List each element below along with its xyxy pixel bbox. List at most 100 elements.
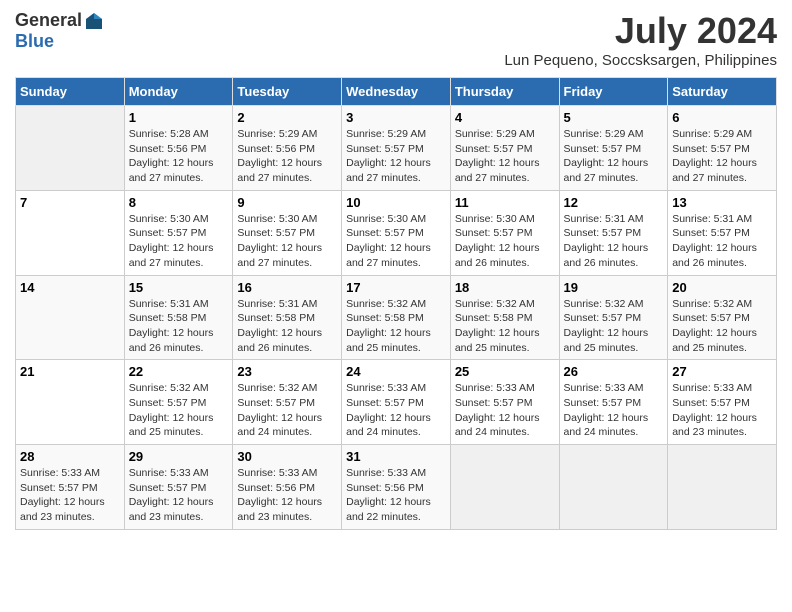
calendar-cell: 9Sunrise: 5:30 AM Sunset: 5:57 PM Daylig… — [233, 190, 342, 275]
day-info: Sunrise: 5:29 AM Sunset: 5:57 PM Dayligh… — [672, 127, 772, 186]
calendar-cell: 26 Sunrise: 5:33 AM Sunset: 5:57 PM Dayli… — [559, 360, 668, 445]
day-of-week-header: Tuesday — [233, 78, 342, 106]
header: General Blue July 2024 Lun Pequeno, Socc… — [15, 10, 777, 69]
calendar-week-row: 78 Sunrise: 5:30 AM Sunset: 5:57 PM Dayli… — [16, 190, 777, 275]
calendar-cell: 21 — [16, 360, 125, 445]
day-info: Sunrise: 5:29 AM Sunset: 5:57 PM Dayligh… — [564, 127, 664, 186]
day-number: 4 — [455, 110, 555, 125]
calendar-header-row: SundayMondayTuesdayWednesdayThursdayFrid… — [16, 78, 777, 106]
day-info: Sunrise: 5:28 AM Sunset: 5:56 PM Dayligh… — [129, 127, 229, 186]
day-number: 16 — [237, 280, 337, 295]
calendar-cell: 12 Sunrise: 5:31 AM Sunset: 5:57 PM Dayli… — [559, 190, 668, 275]
day-of-week-header: Saturday — [668, 78, 777, 106]
day-number: 19 — [564, 280, 664, 295]
calendar-cell: 29 Sunrise: 5:33 AM Sunset: 5:57 PM Dayli… — [124, 445, 233, 530]
day-number: 28 — [20, 449, 120, 464]
day-number: 25 — [455, 364, 555, 379]
calendar-cell: 20Sunrise: 5:32 AM Sunset: 5:57 PM Dayli… — [668, 275, 777, 360]
day-number: 21 — [20, 364, 120, 379]
logo-blue-text: Blue — [15, 31, 54, 52]
day-info: Sunrise: 5:31 AM Sunset: 5:57 PM Dayligh… — [564, 212, 664, 271]
day-number: 11 — [455, 195, 555, 210]
day-info: Sunrise: 5:33 AM Sunset: 5:57 PM Dayligh… — [672, 381, 772, 440]
calendar-cell: 14 — [16, 275, 125, 360]
day-number: 26 — [564, 364, 664, 379]
title-section: July 2024 Lun Pequeno, Soccsksargen, Phi… — [504, 10, 777, 69]
day-number: 17 — [346, 280, 446, 295]
calendar-cell: 10Sunrise: 5:30 AM Sunset: 5:57 PM Dayli… — [342, 190, 451, 275]
day-info: Sunrise: 5:33 AM Sunset: 5:57 PM Dayligh… — [346, 381, 446, 440]
calendar-cell — [16, 106, 125, 191]
logo-icon — [84, 11, 104, 31]
day-number: 8 — [129, 195, 229, 210]
calendar-cell: 27 Sunrise: 5:33 AM Sunset: 5:57 PM Dayli… — [668, 360, 777, 445]
day-of-week-header: Wednesday — [342, 78, 451, 106]
day-info: Sunrise: 5:33 AM Sunset: 5:57 PM Dayligh… — [455, 381, 555, 440]
day-info: Sunrise: 5:32 AM Sunset: 5:57 PM Dayligh… — [672, 297, 772, 356]
calendar-cell: 18 Sunrise: 5:32 AM Sunset: 5:58 PM Dayli… — [450, 275, 559, 360]
day-number: 7 — [20, 195, 120, 210]
calendar-cell: 25 Sunrise: 5:33 AM Sunset: 5:57 PM Dayli… — [450, 360, 559, 445]
day-number: 12 — [564, 195, 664, 210]
calendar-cell: 28Sunrise: 5:33 AM Sunset: 5:57 PM Dayli… — [16, 445, 125, 530]
calendar-week-row: 2122Sunrise: 5:32 AM Sunset: 5:57 PM Day… — [16, 360, 777, 445]
calendar-table: SundayMondayTuesdayWednesdayThursdayFrid… — [15, 77, 777, 530]
day-number: 18 — [455, 280, 555, 295]
calendar-cell: 11 Sunrise: 5:30 AM Sunset: 5:57 PM Dayli… — [450, 190, 559, 275]
calendar-cell: 22Sunrise: 5:32 AM Sunset: 5:57 PM Dayli… — [124, 360, 233, 445]
day-info: Sunrise: 5:33 AM Sunset: 5:56 PM Dayligh… — [346, 466, 446, 525]
day-number: 15 — [129, 280, 229, 295]
day-info: Sunrise: 5:29 AM Sunset: 5:57 PM Dayligh… — [346, 127, 446, 186]
calendar-week-row: 14 15 Sunrise: 5:31 AM Sunset: 5:58 PM Day… — [16, 275, 777, 360]
day-info: Sunrise: 5:30 AM Sunset: 5:57 PM Dayligh… — [455, 212, 555, 271]
calendar-cell: 4 Sunrise: 5:29 AM Sunset: 5:57 PM Daylig… — [450, 106, 559, 191]
calendar-cell: 13Sunrise: 5:31 AM Sunset: 5:57 PM Dayli… — [668, 190, 777, 275]
day-of-week-header: Thursday — [450, 78, 559, 106]
calendar-cell: 30 Sunrise: 5:33 AM Sunset: 5:56 PM Dayli… — [233, 445, 342, 530]
calendar-cell: 5 Sunrise: 5:29 AM Sunset: 5:57 PM Daylig… — [559, 106, 668, 191]
day-of-week-header: Monday — [124, 78, 233, 106]
day-info: Sunrise: 5:32 AM Sunset: 5:57 PM Dayligh… — [564, 297, 664, 356]
calendar-cell: 8 Sunrise: 5:30 AM Sunset: 5:57 PM Daylig… — [124, 190, 233, 275]
day-info: Sunrise: 5:29 AM Sunset: 5:57 PM Dayligh… — [455, 127, 555, 186]
day-number: 29 — [129, 449, 229, 464]
day-of-week-header: Friday — [559, 78, 668, 106]
day-number: 2 — [237, 110, 337, 125]
day-number: 3 — [346, 110, 446, 125]
month-year-title: July 2024 — [504, 10, 777, 52]
day-of-week-header: Sunday — [16, 78, 125, 106]
day-info: Sunrise: 5:33 AM Sunset: 5:57 PM Dayligh… — [129, 466, 229, 525]
calendar-cell — [450, 445, 559, 530]
calendar-cell — [668, 445, 777, 530]
day-number: 13 — [672, 195, 772, 210]
calendar-week-row: 28 Sunrise: 5:33 AM Sunset: 5:57 PM Dayli… — [16, 445, 777, 530]
day-info: Sunrise: 5:31 AM Sunset: 5:58 PM Dayligh… — [237, 297, 337, 356]
day-number: 9 — [237, 195, 337, 210]
day-info: Sunrise: 5:32 AM Sunset: 5:57 PM Dayligh… — [237, 381, 337, 440]
calendar-cell: 1Sunrise: 5:28 AM Sunset: 5:56 PM Daylig… — [124, 106, 233, 191]
day-number: 23 — [237, 364, 337, 379]
calendar-cell: 7 — [16, 190, 125, 275]
calendar-cell: 23 Sunrise: 5:32 AM Sunset: 5:57 PM Dayli… — [233, 360, 342, 445]
day-number: 31 — [346, 449, 446, 464]
day-info: Sunrise: 5:30 AM Sunset: 5:57 PM Dayligh… — [346, 212, 446, 271]
calendar-cell: 15 Sunrise: 5:31 AM Sunset: 5:58 PM Dayli… — [124, 275, 233, 360]
day-info: Sunrise: 5:32 AM Sunset: 5:58 PM Dayligh… — [346, 297, 446, 356]
day-number: 27 — [672, 364, 772, 379]
day-number: 5 — [564, 110, 664, 125]
day-info: Sunrise: 5:33 AM Sunset: 5:56 PM Dayligh… — [237, 466, 337, 525]
day-info: Sunrise: 5:32 AM Sunset: 5:58 PM Dayligh… — [455, 297, 555, 356]
day-info: Sunrise: 5:30 AM Sunset: 5:57 PM Dayligh… — [129, 212, 229, 271]
day-info: Sunrise: 5:31 AM Sunset: 5:58 PM Dayligh… — [129, 297, 229, 356]
day-info: Sunrise: 5:33 AM Sunset: 5:57 PM Dayligh… — [564, 381, 664, 440]
day-number: 30 — [237, 449, 337, 464]
location-subtitle: Lun Pequeno, Soccsksargen, Philippines — [504, 52, 777, 69]
calendar-cell: 24Sunrise: 5:33 AM Sunset: 5:57 PM Dayli… — [342, 360, 451, 445]
day-number: 14 — [20, 280, 120, 295]
day-number: 22 — [129, 364, 229, 379]
calendar-cell: 3 Sunrise: 5:29 AM Sunset: 5:57 PM Daylig… — [342, 106, 451, 191]
logo-general-text: General — [15, 10, 82, 31]
day-number: 6 — [672, 110, 772, 125]
calendar-week-row: 1Sunrise: 5:28 AM Sunset: 5:56 PM Daylig… — [16, 106, 777, 191]
calendar-cell: 17 Sunrise: 5:32 AM Sunset: 5:58 PM Dayli… — [342, 275, 451, 360]
